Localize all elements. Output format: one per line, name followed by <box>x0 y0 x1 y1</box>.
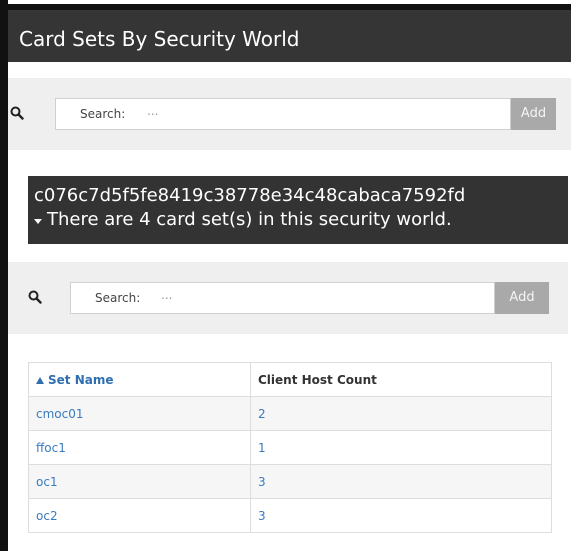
table-header-row: Set Name Client Host Count <box>28 362 552 397</box>
search-panel-cardsets: Search: ... Add <box>8 262 568 334</box>
column-header-set-name[interactable]: Set Name <box>28 362 251 397</box>
search-label: Search: <box>80 107 126 121</box>
search-input[interactable]: Search: ... <box>70 282 495 314</box>
card-set-summary: There are 4 card set(s) in this security… <box>47 209 452 230</box>
card-sets-table-wrap: Set Name Client Host Count cmoc01 2 ffoc… <box>28 362 552 533</box>
client-host-count-cell[interactable]: 1 <box>250 430 552 465</box>
column-header-client-host-count[interactable]: Client Host Count <box>250 362 552 397</box>
left-border <box>0 0 8 551</box>
table-row: ffoc1 1 <box>28 430 552 465</box>
sort-ascending-icon <box>36 376 44 384</box>
search-icon <box>28 290 42 304</box>
security-world-id: c076c7d5f5fe8419c38778e34c48cabaca7592fd <box>34 185 466 206</box>
set-name-cell[interactable]: cmoc01 <box>28 396 251 431</box>
page-title: Card Sets By Security World <box>19 27 300 51</box>
table-row: oc1 3 <box>28 464 552 499</box>
column-header-label: Set Name <box>48 372 114 387</box>
table-row: cmoc01 2 <box>28 396 552 431</box>
column-header-label: Client Host Count <box>258 372 377 387</box>
set-name-cell[interactable]: oc2 <box>28 498 251 533</box>
search-input[interactable]: Search: ... <box>55 98 511 130</box>
caret-down-icon[interactable] <box>34 219 42 224</box>
add-button[interactable]: Add <box>495 282 549 314</box>
search-panel-worlds: Search: ... Add <box>8 78 571 150</box>
app-frame: Card Sets By Security World Search: ... … <box>0 0 571 551</box>
search-icon <box>10 106 24 120</box>
search-placeholder: ... <box>147 104 159 118</box>
card-sets-table: Set Name Client Host Count cmoc01 2 ffoc… <box>28 362 552 533</box>
set-name-cell[interactable]: oc1 <box>28 464 251 499</box>
search-label: Search: <box>95 291 141 305</box>
client-host-count-cell[interactable]: 2 <box>250 396 552 431</box>
page-header: Card Sets By Security World <box>8 4 571 62</box>
client-host-count-cell[interactable]: 3 <box>250 464 552 499</box>
table-row: oc2 3 <box>28 498 552 533</box>
security-world-banner[interactable]: c076c7d5f5fe8419c38778e34c48cabaca7592fd… <box>28 176 568 244</box>
set-name-cell[interactable]: ffoc1 <box>28 430 251 465</box>
search-placeholder: ... <box>161 288 173 302</box>
client-host-count-cell[interactable]: 3 <box>250 498 552 533</box>
add-button[interactable]: Add <box>511 98 556 130</box>
